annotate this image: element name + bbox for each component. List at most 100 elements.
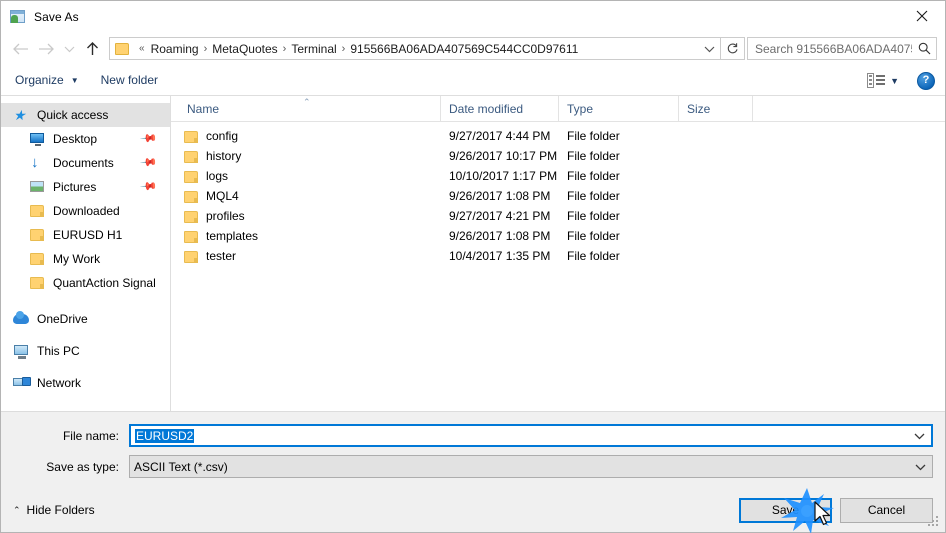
save-as-type-combobox[interactable]: ASCII Text (*.csv) [129, 455, 933, 478]
this-pc-icon [13, 343, 30, 359]
window-title: Save As [34, 9, 79, 24]
row-type-cell: File folder [567, 149, 620, 163]
chevron-down-icon: ▼ [70, 75, 79, 85]
sidebar-item-label: OneDrive [37, 312, 88, 326]
column-header-type[interactable]: Type [559, 96, 679, 121]
up-button[interactable] [79, 36, 105, 62]
breadcrumb-item-roaming[interactable]: Roaming [148, 42, 202, 56]
column-header-size[interactable]: Size [679, 96, 753, 121]
sidebar-item-label: EURUSD H1 [53, 228, 123, 242]
sidebar-item-quantaction-signal[interactable]: QuantAction Signal [1, 271, 170, 295]
row-name-cell: MQL4 [179, 189, 441, 203]
sidebar-item-documents[interactable]: ↓ Documents 📌 [1, 151, 170, 175]
sidebar-item-network[interactable]: Network [1, 371, 170, 395]
sidebar-item-onedrive[interactable]: OneDrive [1, 307, 170, 331]
table-row[interactable]: tester 10/4/2017 1:35 PM File folder [171, 246, 945, 266]
forward-button[interactable] [33, 36, 59, 62]
column-header-label: Size [687, 101, 711, 116]
row-date-cell: 9/26/2017 1:08 PM [449, 229, 551, 243]
new-folder-button[interactable]: New folder [101, 73, 158, 87]
address-bar[interactable]: « Roaming › MetaQuotes › Terminal › 9155… [109, 37, 721, 60]
row-type-cell: File folder [567, 249, 620, 263]
save-as-icon [10, 9, 26, 25]
pin-icon[interactable]: 📌 [140, 129, 159, 148]
file-name-input[interactable]: EURUSD2 [135, 428, 195, 443]
breadcrumb-separator-icon: › [341, 42, 346, 55]
command-bar: Organize ▼ New folder ▼ ? [1, 65, 945, 96]
breadcrumb-separator-icon: › [282, 42, 287, 55]
breadcrumb-item-terminal-id[interactable]: 915566BA06ADA407569C544CC0D97611 [347, 42, 581, 56]
change-view-icon[interactable] [867, 72, 886, 89]
view-chevron-down-icon[interactable]: ▼ [890, 76, 899, 86]
row-type-cell: File folder [567, 189, 620, 203]
breadcrumb-overflow-icon[interactable]: « [136, 43, 148, 54]
row-name-label: profiles [206, 209, 245, 223]
row-name-label: templates [206, 229, 259, 243]
folder-icon [183, 129, 199, 143]
save-as-type-label: Save as type: [46, 459, 119, 474]
table-row[interactable]: history 9/26/2017 10:17 PM File folder [171, 146, 945, 166]
table-row[interactable]: templates 9/26/2017 1:08 PM File folder [171, 226, 945, 246]
column-header-date-modified[interactable]: Date modified [441, 96, 559, 121]
folder-icon [183, 189, 199, 203]
sidebar-item-downloaded[interactable]: Downloaded [1, 199, 170, 223]
pin-icon[interactable]: 📌 [140, 177, 159, 196]
sidebar-item-pictures[interactable]: Pictures 📌 [1, 175, 170, 199]
row-date-cell: 9/27/2017 4:44 PM [449, 129, 551, 143]
save-form: File name: EURUSD2 Save as type: ASCII T… [1, 411, 945, 488]
view-controls: ▼ ? [867, 65, 935, 96]
column-header-name[interactable]: Name ⌃ [179, 96, 441, 121]
chevron-down-icon[interactable] [908, 463, 932, 471]
search-box[interactable] [747, 37, 937, 60]
pin-icon[interactable]: 📌 [140, 153, 159, 172]
hide-folders-button[interactable]: ⌃ Hide Folders [13, 503, 95, 517]
sidebar-item-label: Downloaded [53, 204, 120, 218]
chevron-up-icon: ⌃ [13, 504, 21, 515]
table-row[interactable]: MQL4 9/26/2017 1:08 PM File folder [171, 186, 945, 206]
folder-icon [183, 249, 199, 263]
sidebar-item-label: Desktop [53, 132, 98, 146]
close-icon[interactable] [899, 1, 945, 31]
save-button-label: Save [771, 503, 800, 517]
recent-locations-icon[interactable] [59, 36, 79, 62]
star-pin-icon: ★ [13, 107, 26, 123]
sidebar-item-eurusd-h1[interactable]: EURUSD H1 [1, 223, 170, 247]
file-name-combobox[interactable]: EURUSD2 [129, 424, 933, 447]
help-label: ? [922, 74, 930, 86]
sidebar-item-quick-access[interactable]: ★ Quick access [1, 103, 170, 127]
network-icon [13, 375, 31, 391]
breadcrumb: « Roaming › MetaQuotes › Terminal › 9155… [136, 42, 698, 56]
table-row[interactable]: logs 10/10/2017 1:17 PM File folder [171, 166, 945, 186]
row-date-cell: 9/26/2017 1:08 PM [449, 189, 551, 203]
search-input[interactable] [748, 41, 912, 56]
organize-button[interactable]: Organize ▼ [15, 73, 79, 87]
resize-grip[interactable] [928, 516, 941, 529]
chevron-down-icon[interactable] [907, 432, 931, 440]
desktop-icon [29, 131, 46, 147]
row-name-label: config [206, 129, 239, 143]
search-icon[interactable] [912, 42, 936, 55]
row-name-cell: logs [179, 169, 441, 183]
file-name-value[interactable]: EURUSD2 [131, 428, 907, 443]
breadcrumb-separator-icon: › [203, 42, 208, 55]
breadcrumb-item-terminal[interactable]: Terminal [288, 42, 339, 56]
folder-icon [183, 209, 199, 223]
help-button[interactable]: ? [917, 71, 935, 90]
save-button[interactable]: Save [739, 497, 832, 523]
row-name-label: MQL4 [206, 189, 239, 203]
new-folder-label: New folder [100, 73, 158, 87]
sidebar-item-label: QuantAction Signal [53, 276, 156, 290]
dialog-body: ★ Quick access Desktop 📌 ↓ Documents 📌 P… [1, 96, 945, 411]
table-row[interactable]: profiles 9/27/2017 4:21 PM File folder [171, 206, 945, 226]
sidebar-item-this-pc[interactable]: This PC [1, 339, 170, 363]
sidebar-item-my-work[interactable]: My Work [1, 247, 170, 271]
sidebar-item-desktop[interactable]: Desktop 📌 [1, 127, 170, 151]
breadcrumb-item-metaquotes[interactable]: MetaQuotes [209, 42, 280, 56]
back-button[interactable] [7, 36, 33, 62]
refresh-button[interactable] [721, 37, 745, 60]
title-bar: Save As [1, 1, 945, 32]
cancel-button[interactable]: Cancel [840, 497, 933, 523]
address-dropdown-icon[interactable] [698, 38, 720, 59]
column-header-label: Date modified [449, 101, 524, 116]
table-row[interactable]: config 9/27/2017 4:44 PM File folder [171, 126, 945, 146]
